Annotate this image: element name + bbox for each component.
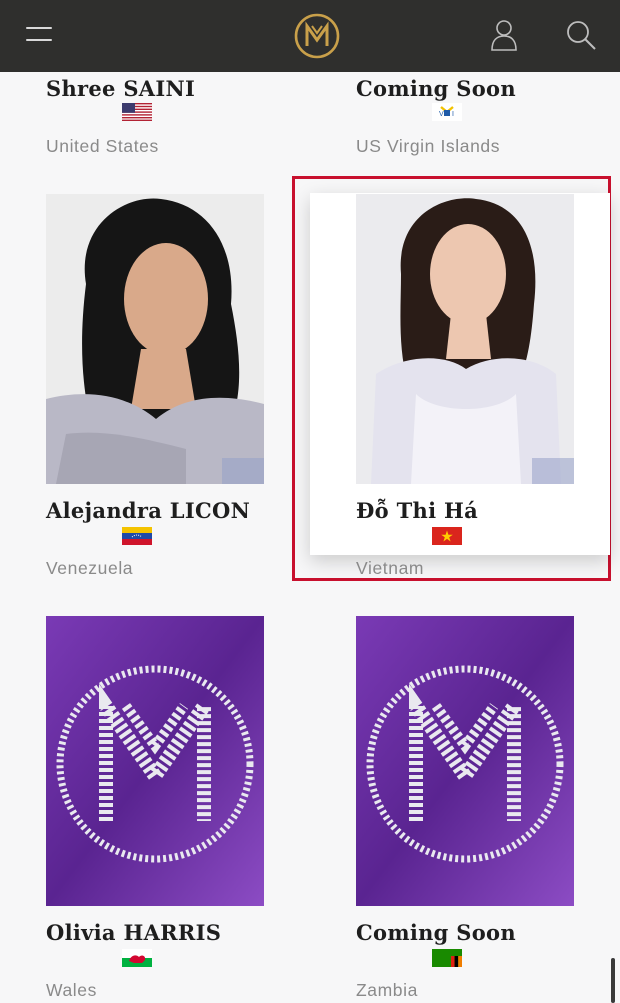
top-navigation-bar — [0, 0, 620, 72]
contestant-name[interactable]: Coming Soon — [356, 920, 616, 945]
contestant-country: United States — [46, 136, 159, 156]
svg-text:V: V — [439, 111, 444, 118]
contestant-country: Wales — [46, 980, 97, 1000]
contestant-photo[interactable] — [46, 194, 264, 484]
contestant-country: Venezuela — [46, 558, 134, 578]
contestant-name[interactable]: Shree SAINI — [46, 76, 306, 101]
contestant-country: Zambia — [356, 980, 418, 1000]
contestant-country: US Virgin Islands — [356, 136, 501, 156]
zambia-flag-icon — [432, 949, 462, 967]
us-virgin-islands-flag-icon: VI — [432, 103, 462, 121]
user-account-icon[interactable] — [489, 18, 519, 52]
watermark-logo-icon — [222, 458, 264, 484]
contestant-name[interactable]: Đỗ Thi Há — [356, 498, 616, 523]
watermark-logo-icon — [532, 458, 574, 484]
us-flag-icon — [122, 103, 152, 121]
miss-world-logo-icon[interactable] — [294, 13, 340, 59]
svg-text:I: I — [452, 111, 454, 118]
vietnam-flag-icon — [432, 527, 462, 545]
search-icon[interactable] — [564, 18, 598, 52]
contestant-name[interactable]: Olivia HARRIS — [46, 920, 306, 945]
contestant-name[interactable]: Coming Soon — [356, 76, 616, 101]
contestant-photo[interactable] — [356, 194, 574, 484]
hamburger-menu-icon[interactable] — [26, 25, 52, 45]
contestant-country: Vietnam — [356, 558, 425, 578]
contestant-photo-placeholder[interactable] — [356, 616, 574, 906]
wales-flag-icon — [122, 949, 152, 967]
venezuela-flag-icon — [122, 527, 152, 545]
scrollbar[interactable] — [611, 958, 615, 1003]
contestant-name[interactable]: Alejandra LICON — [46, 498, 306, 523]
contestant-photo-placeholder[interactable] — [46, 616, 264, 906]
